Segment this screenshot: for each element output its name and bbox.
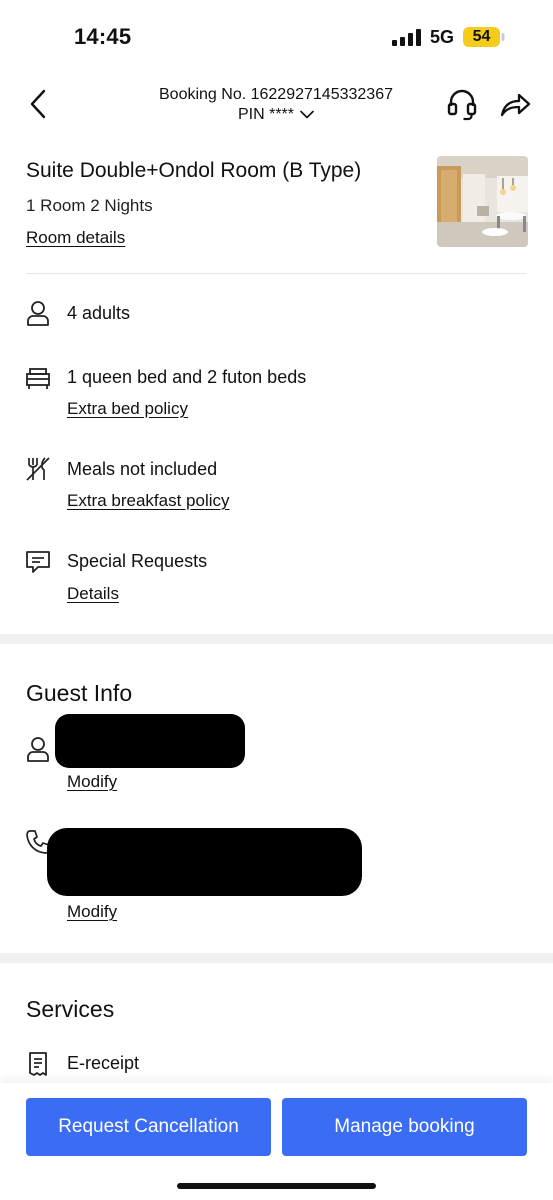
room-summary: 1 Room 2 Nights bbox=[26, 196, 153, 215]
home-indicator[interactable] bbox=[177, 1183, 376, 1189]
e-receipt-item[interactable]: E-receipt bbox=[25, 1050, 225, 1080]
special-requests-label: Special Requests bbox=[67, 551, 208, 571]
bed-type: 1 queen bed and 2 futon beds bbox=[67, 367, 307, 387]
section-separator bbox=[0, 953, 553, 963]
room-details-link[interactable]: Room details bbox=[26, 228, 125, 248]
battery-indicator: 54 bbox=[463, 27, 505, 47]
booking-number: Booking No. 1622927145332367 bbox=[159, 86, 393, 103]
meal-status: Meals not included bbox=[67, 459, 218, 479]
pin-text: PIN **** bbox=[237, 106, 295, 123]
guest-count: 4 adults bbox=[67, 303, 131, 323]
status-time: 14:45 bbox=[74, 24, 132, 49]
manage-booking-button[interactable]: Manage booking bbox=[282, 1098, 527, 1156]
guest-info-title: Guest Info bbox=[26, 680, 133, 706]
section-divider bbox=[26, 273, 527, 274]
redacted-phone-number bbox=[47, 828, 362, 896]
extra-breakfast-policy-link[interactable]: Extra breakfast policy bbox=[67, 491, 230, 511]
share-button[interactable] bbox=[498, 88, 532, 122]
extra-bed-policy-link[interactable]: Extra bed policy bbox=[67, 399, 188, 419]
person-icon bbox=[27, 737, 49, 762]
services-title: Services bbox=[26, 996, 115, 1022]
redacted-guest-name bbox=[55, 714, 245, 768]
chevron-down-icon bbox=[300, 110, 314, 119]
modify-name-link[interactable]: Modify bbox=[67, 772, 117, 792]
section-separator bbox=[0, 634, 553, 644]
request-cancellation-button[interactable]: Request Cancellation bbox=[26, 1098, 271, 1156]
room-photo[interactable] bbox=[437, 156, 528, 247]
modify-phone-link[interactable]: Modify bbox=[67, 902, 117, 922]
room-photo-image bbox=[437, 156, 528, 247]
person-icon bbox=[27, 301, 49, 326]
headset-icon bbox=[447, 89, 477, 121]
message-icon bbox=[26, 551, 50, 573]
chevron-left-icon bbox=[30, 89, 46, 119]
customer-support-button[interactable] bbox=[446, 88, 478, 122]
back-button[interactable] bbox=[22, 86, 54, 122]
pin-toggle[interactable]: PIN **** bbox=[120, 106, 432, 124]
receipt-icon bbox=[29, 1052, 47, 1076]
room-title: Suite Double+Ondol Room (B Type) bbox=[26, 159, 362, 182]
special-requests-details-link[interactable]: Details bbox=[67, 584, 119, 604]
battery-level: 54 bbox=[472, 28, 491, 45]
no-meal-icon bbox=[26, 457, 50, 481]
e-receipt-label: E-receipt bbox=[67, 1053, 140, 1073]
share-arrow-icon bbox=[500, 93, 531, 117]
network-type: 5G bbox=[430, 27, 455, 47]
bed-icon bbox=[26, 368, 50, 389]
signal-icon bbox=[392, 29, 421, 46]
